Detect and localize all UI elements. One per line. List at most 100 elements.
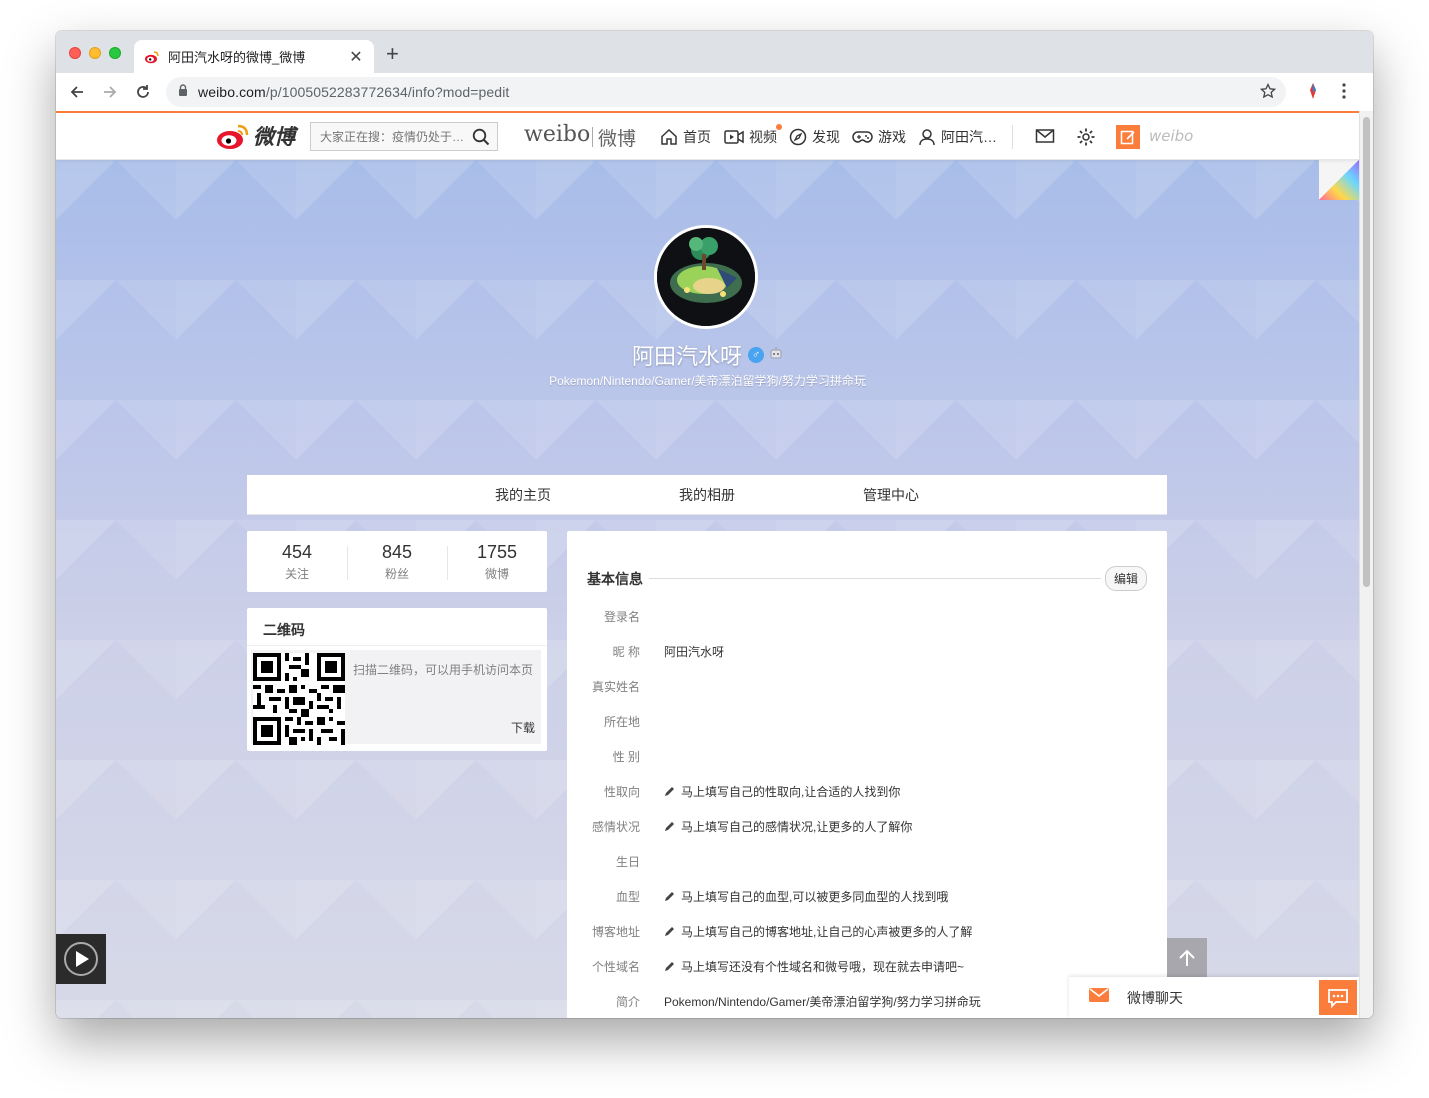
chat-open-button[interactable]: [1319, 980, 1357, 1015]
chat-label: 微博聊天: [1127, 989, 1183, 1006]
nav-home[interactable]: 首页: [660, 127, 711, 147]
video-player-button[interactable]: [56, 934, 106, 984]
page-viewport: 微博 weibo 微博 首页 视频 发现: [56, 111, 1359, 1018]
close-window-button[interactable]: [69, 47, 81, 59]
info-value-text: 马上填写自己的感情状况,让更多的人了解你: [681, 820, 913, 834]
nav-home-label: 首页: [683, 129, 711, 145]
back-icon[interactable]: [66, 81, 88, 103]
stats-card: 454 关注 845 粉丝 1755 微博: [247, 531, 547, 592]
minimize-window-button[interactable]: [89, 47, 101, 59]
qr-download-link[interactable]: 下载: [511, 719, 535, 736]
info-value[interactable]: 马上填写自己的感情状况,让更多的人了解你: [664, 818, 912, 835]
info-value-text: 阿田汽水呀: [664, 645, 725, 659]
chat-bubble-icon: [1328, 988, 1348, 1008]
avatar[interactable]: [654, 225, 758, 329]
settings-gear-icon[interactable]: [1076, 127, 1096, 152]
weibo-chat-bar[interactable]: 微博聊天: [1069, 977, 1359, 1018]
back-to-top-button[interactable]: [1167, 938, 1207, 978]
info-value[interactable]: 马上填写还没有个性域名和微号哦，现在就去申请吧~: [664, 958, 964, 975]
robot-badge-icon[interactable]: [769, 346, 783, 365]
weibo-logo[interactable]: 微博: [216, 121, 295, 151]
user-icon: [918, 128, 936, 146]
maximize-window-button[interactable]: [109, 47, 121, 59]
chat-envelope-icon: [1089, 987, 1109, 1008]
tab-strip: 阿田汽水呀的微博_微博 ✕ +: [56, 31, 1373, 73]
info-label: 真实姓名: [591, 680, 640, 694]
nav-video[interactable]: 视频: [724, 124, 782, 147]
compose-button[interactable]: [1116, 125, 1140, 149]
pencil-icon: [664, 961, 675, 972]
info-title: 基本信息: [587, 570, 643, 587]
address-bar[interactable]: weibo.com/p/1005052283772634/info?mod=pe…: [166, 77, 1286, 107]
info-label: 昵 称: [612, 645, 640, 659]
forward-icon[interactable]: [99, 81, 121, 103]
url-text: weibo.com/p/1005052283772634/info?mod=pe…: [198, 84, 509, 100]
info-row: 真实姓名: [567, 669, 1167, 704]
qr-title: 二维码: [247, 608, 547, 646]
page-scrollbar[interactable]: [1359, 111, 1373, 1018]
tab-my-home[interactable]: 我的主页: [431, 475, 615, 514]
browser-toolbar: weibo.com/p/1005052283772634/info?mod=pe…: [56, 73, 1373, 111]
stat-following-count: 454: [281, 541, 313, 562]
gender-male-icon: ♂: [748, 347, 764, 363]
info-divider: [649, 578, 1101, 579]
scrollbar-thumb[interactable]: [1363, 117, 1370, 587]
info-rows: 登录名昵 称 阿田汽水呀 真实姓名 所在地性 别性取向 马上填写自己的性取向,让合适的人…: [567, 599, 1167, 1018]
info-row: 血型 马上填写自己的血型,可以被更多同血型的人找到哦: [567, 879, 1167, 914]
pencil-icon: [664, 926, 675, 937]
nav-profile[interactable]: 阿田汽…: [918, 127, 997, 147]
tab-manage-center[interactable]: 管理中心: [799, 475, 983, 514]
stat-posts-label: 微博: [484, 566, 509, 581]
stat-posts[interactable]: 1755 微博: [447, 542, 547, 582]
qr-description: 扫描二维码，可以用手机访问本页: [353, 663, 534, 677]
avatar-image: [657, 228, 755, 326]
weibo-logo-text: 微博: [253, 125, 295, 149]
weibo-logo-icon: [217, 124, 249, 149]
search-icon[interactable]: [472, 128, 490, 151]
reload-icon[interactable]: [132, 81, 154, 103]
notification-dot: [776, 124, 782, 130]
mail-icon[interactable]: [1035, 127, 1055, 150]
browser-tab[interactable]: 阿田汽水呀的微博_微博 ✕: [134, 40, 374, 73]
info-value[interactable]: 马上填写自己的性取向,让合适的人找到你: [664, 783, 900, 800]
info-label: 个性域名: [591, 960, 640, 974]
new-tab-button[interactable]: +: [386, 43, 399, 65]
info-row: 所在地: [567, 704, 1167, 739]
url-host: weibo.com: [198, 84, 266, 100]
info-label: 登录名: [603, 610, 640, 624]
weibo-brand-cn: 微博: [598, 129, 637, 150]
bookmark-star-icon[interactable]: [1259, 82, 1277, 104]
info-header: 基本信息 编辑: [587, 566, 1147, 591]
profile-username: 阿田汽水呀: [631, 344, 742, 369]
url-path: /p/1005052283772634/info?mod=pedit: [265, 84, 510, 100]
nav-discover-label: 发现: [812, 129, 840, 145]
browser-menu-icon[interactable]: [1342, 83, 1346, 104]
play-icon: [64, 942, 98, 976]
info-value[interactable]: 马上填写自己的博客地址,让自己的心声被更多的人了解: [664, 923, 972, 940]
tab-close-icon[interactable]: ✕: [348, 47, 364, 67]
search-input[interactable]: [320, 129, 470, 144]
stat-following[interactable]: 454 关注: [247, 542, 347, 582]
extension-icon[interactable]: [1306, 82, 1320, 105]
lock-icon: [178, 83, 188, 101]
info-value: Pokemon/Nintendo/Gamer/美帝漂泊留学狗/努力学习拼命玩: [664, 993, 981, 1010]
compass-icon: [789, 128, 807, 146]
gamepad-icon: [852, 128, 873, 146]
stat-followers-label: 粉丝: [384, 566, 409, 581]
nav-games[interactable]: 游戏: [852, 127, 906, 147]
info-label: 血型: [615, 890, 640, 904]
cover-corner-badge-icon[interactable]: [1319, 160, 1359, 200]
info-value-text: 马上填写还没有个性域名和微号哦，现在就去申请吧~: [681, 960, 965, 974]
nav-discover[interactable]: 发现: [789, 127, 840, 147]
pencil-icon: [664, 821, 675, 832]
info-row: 登录名: [567, 599, 1167, 634]
video-icon: [724, 128, 744, 146]
weibo-brand-en: weibo: [524, 122, 591, 147]
info-label: 所在地: [603, 715, 640, 729]
qr-card: 二维码 扫描二维码，可以用手机访问本页 下载: [247, 608, 547, 751]
info-value[interactable]: 马上填写自己的血型,可以被更多同血型的人找到哦: [664, 888, 948, 905]
edit-button[interactable]: 编辑: [1104, 566, 1147, 591]
tab-my-album[interactable]: 我的相册: [615, 475, 799, 514]
stat-followers[interactable]: 845 粉丝: [347, 542, 447, 582]
search-box[interactable]: [310, 122, 498, 151]
